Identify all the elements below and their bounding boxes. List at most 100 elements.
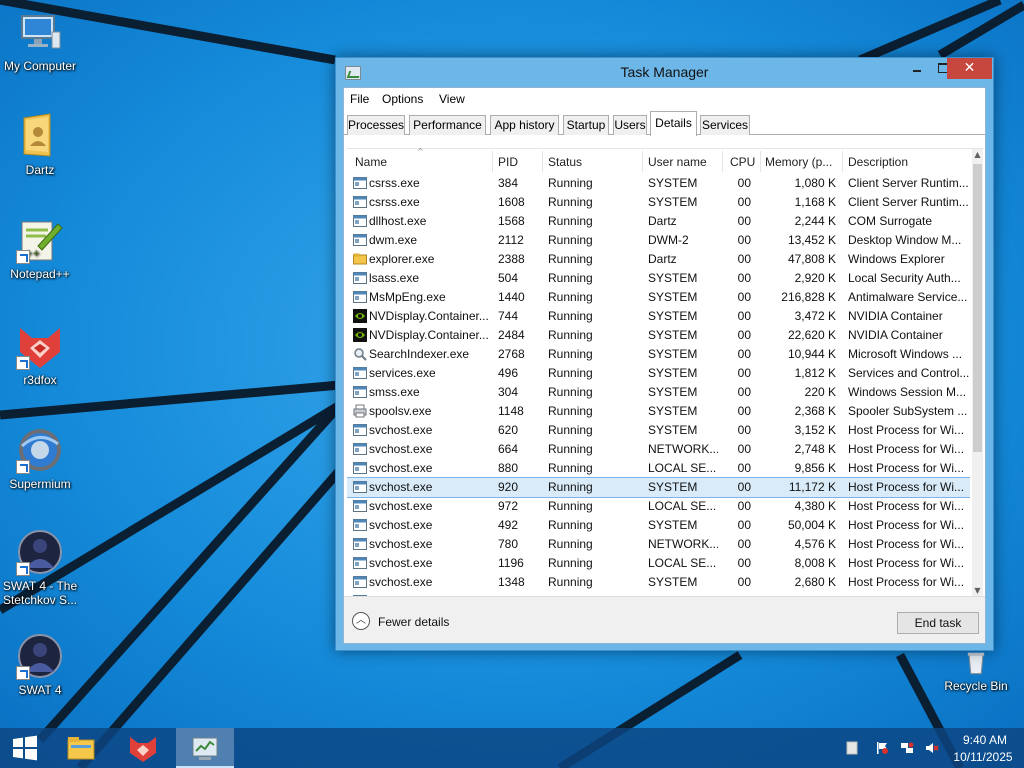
process-memory: 216,828 K (781, 290, 836, 304)
action-center-icon[interactable] (845, 741, 859, 755)
column-divider[interactable] (492, 151, 493, 172)
tab-details[interactable]: Details (650, 111, 697, 136)
clock-time[interactable]: 9:40 AM (955, 733, 1015, 747)
end-task-button[interactable]: End task (897, 612, 979, 634)
tab-strip: Processes Performance App history Startu… (344, 111, 985, 136)
process-user: LOCAL SE... (648, 556, 717, 570)
desktop-icon-r3dfox[interactable]: r3dfox (0, 322, 80, 387)
minimize-button[interactable] (904, 58, 930, 79)
menu-options[interactable]: Options (382, 92, 423, 106)
desktop-icon-label: Notepad++ (10, 267, 70, 281)
clock-date[interactable]: 10/11/2025 (950, 750, 1016, 764)
network-icon[interactable] (900, 741, 914, 755)
column-divider[interactable] (642, 151, 643, 172)
tab-startup[interactable]: Startup (563, 115, 609, 135)
task-manager-icon (192, 737, 218, 760)
process-row[interactable]: csrss.exe 1608 Running SYSTEM 00 1,168 K Clien… (347, 193, 970, 212)
column-divider[interactable] (842, 151, 843, 172)
title-bar[interactable]: Task Manager ✕ (336, 58, 993, 88)
tab-processes[interactable]: Processes (347, 115, 405, 135)
volume-muted-icon[interactable] (925, 741, 939, 755)
process-cpu: 00 (737, 556, 751, 570)
process-row[interactable]: dllhost.exe 1568 Running Dartz 00 2,244 K COM … (347, 212, 970, 231)
fewer-details-button[interactable]: ︿ Fewer details (352, 612, 462, 632)
flag-icon[interactable] (875, 741, 889, 755)
process-description: Host Process for Wi... (848, 518, 965, 532)
column-name[interactable]: Name (355, 155, 485, 169)
menu-view[interactable]: View (439, 92, 465, 106)
process-row[interactable]: svchost.exe 920 Running SYSTEM 00 11,172 K Hos… (347, 477, 970, 498)
scroll-up-icon[interactable]: ▲ (972, 149, 983, 161)
process-description: Spooler SubSystem ... (848, 404, 968, 418)
process-user: SYSTEM (648, 271, 698, 285)
taskbar-task-manager[interactable] (176, 728, 234, 768)
process-row[interactable]: svchost.exe 880 Running LOCAL SE... 00 9,856 … (347, 459, 970, 478)
desktop-icon-recycle-bin[interactable]: Recycle Bin (936, 648, 1016, 693)
vertical-scrollbar[interactable]: ▲ ▼ (972, 149, 983, 597)
desktop-icon-supermium[interactable]: Supermium (0, 426, 80, 491)
column-user-name[interactable]: User name (648, 155, 718, 169)
process-cpu: 00 (737, 290, 751, 304)
process-row[interactable]: svchost.exe 620 Running SYSTEM 00 3,152 K Host… (347, 421, 970, 440)
process-cpu: 00 (737, 575, 751, 589)
process-memory: 3,152 K (794, 423, 836, 437)
process-row[interactable]: lsass.exe 504 Running SYSTEM 00 2,920 K Local … (347, 269, 970, 288)
fewer-details-label: Fewer details (378, 615, 450, 629)
process-pid: 972 (498, 499, 519, 513)
process-status: Running (548, 347, 593, 361)
column-divider[interactable] (542, 151, 543, 172)
desktop-icon-label: Supermium (9, 477, 71, 491)
process-row[interactable]: explorer.exe 2388 Running Dartz 00 47,808 K Wi… (347, 250, 970, 269)
process-row[interactable]: services.exe 496 Running SYSTEM 00 1,812 K Ser… (347, 364, 970, 383)
column-pid[interactable]: PID (498, 155, 538, 169)
scroll-thumb[interactable] (973, 164, 982, 452)
column-description[interactable]: Description (848, 155, 968, 169)
taskbar-file-explorer[interactable] (56, 728, 106, 768)
nvidia-icon (353, 328, 367, 342)
process-status: Running (548, 366, 593, 380)
process-row[interactable]: smss.exe 304 Running SYSTEM 00 220 K Windows S… (347, 383, 970, 402)
process-name: svchost.exe (369, 461, 433, 475)
process-user: SYSTEM (648, 575, 698, 589)
process-user: SYSTEM (648, 328, 698, 342)
process-row[interactable]: svchost.exe 492 Running SYSTEM 00 50,004 K Hos… (347, 516, 970, 535)
process-row[interactable]: MsMpEng.exe 1440 Running SYSTEM 00 216,828 K A… (347, 288, 970, 307)
process-row[interactable]: svchost.exe 972 Running LOCAL SE... 00 4,380 … (347, 497, 970, 516)
process-row[interactable]: spoolsv.exe 1148 Running SYSTEM 00 2,368 K Spo… (347, 402, 970, 421)
tab-performance[interactable]: Performance (409, 115, 486, 135)
desktop-icon-notepadpp[interactable]: ++ Notepad++ (0, 216, 80, 281)
process-row[interactable]: NVDisplay.Container... 2484 Running SYSTEM 0… (347, 326, 970, 345)
process-name: svchost.exe (369, 442, 433, 456)
desktop-icon-dartz[interactable]: Dartz (0, 112, 80, 177)
process-row[interactable]: svchost.exe 1348 Running SYSTEM 00 2,680 K Hos… (347, 573, 970, 592)
column-divider[interactable] (760, 151, 761, 172)
start-button[interactable] (0, 728, 50, 768)
taskbar-r3dfox[interactable] (118, 728, 168, 768)
process-name: svchost.exe (369, 499, 433, 513)
process-row[interactable]: svchost.exe 664 Running NETWORK... 00 2,748 K… (347, 440, 970, 459)
desktop-icon-label: My Computer (3, 59, 77, 73)
desktop-icon-swat4-stetchkov[interactable]: SWAT 4 - The Stetchkov S... (0, 528, 80, 607)
tab-app-history[interactable]: App history (490, 115, 559, 135)
process-row[interactable]: csrss.exe 384 Running SYSTEM 00 1,080 K Client… (347, 174, 970, 193)
column-memory[interactable]: Memory (p... (765, 155, 841, 169)
tab-services[interactable]: Services (700, 115, 750, 135)
process-row[interactable]: SearchIndexer.exe 2768 Running SYSTEM 00 10,9… (347, 345, 970, 364)
process-row[interactable]: svchost.exe 1196 Running LOCAL SE... 00 8,008… (347, 554, 970, 573)
menu-file[interactable]: File (350, 92, 369, 106)
process-pid: 492 (498, 518, 519, 532)
recycle-bin-icon (967, 652, 985, 675)
close-icon: ✕ (963, 60, 976, 76)
process-row[interactable]: svchost.exe 780 Running NETWORK... 00 4,576 K… (347, 535, 970, 554)
process-description: Windows Explorer (848, 252, 945, 266)
desktop-icon-my-computer[interactable]: My Computer (0, 8, 80, 73)
column-divider[interactable] (722, 151, 723, 172)
column-status[interactable]: Status (548, 155, 638, 169)
shortcut-arrow-icon (16, 562, 30, 576)
process-row[interactable]: dwm.exe 2112 Running DWM-2 00 13,452 K Desktop… (347, 231, 970, 250)
process-row[interactable]: NVDisplay.Container... 744 Running SYSTEM 00… (347, 307, 970, 326)
tab-users[interactable]: Users (613, 115, 647, 135)
close-button[interactable]: ✕ (947, 58, 992, 79)
desktop-icon-swat4[interactable]: SWAT 4 (0, 632, 80, 697)
column-cpu[interactable]: CPU (730, 155, 756, 169)
